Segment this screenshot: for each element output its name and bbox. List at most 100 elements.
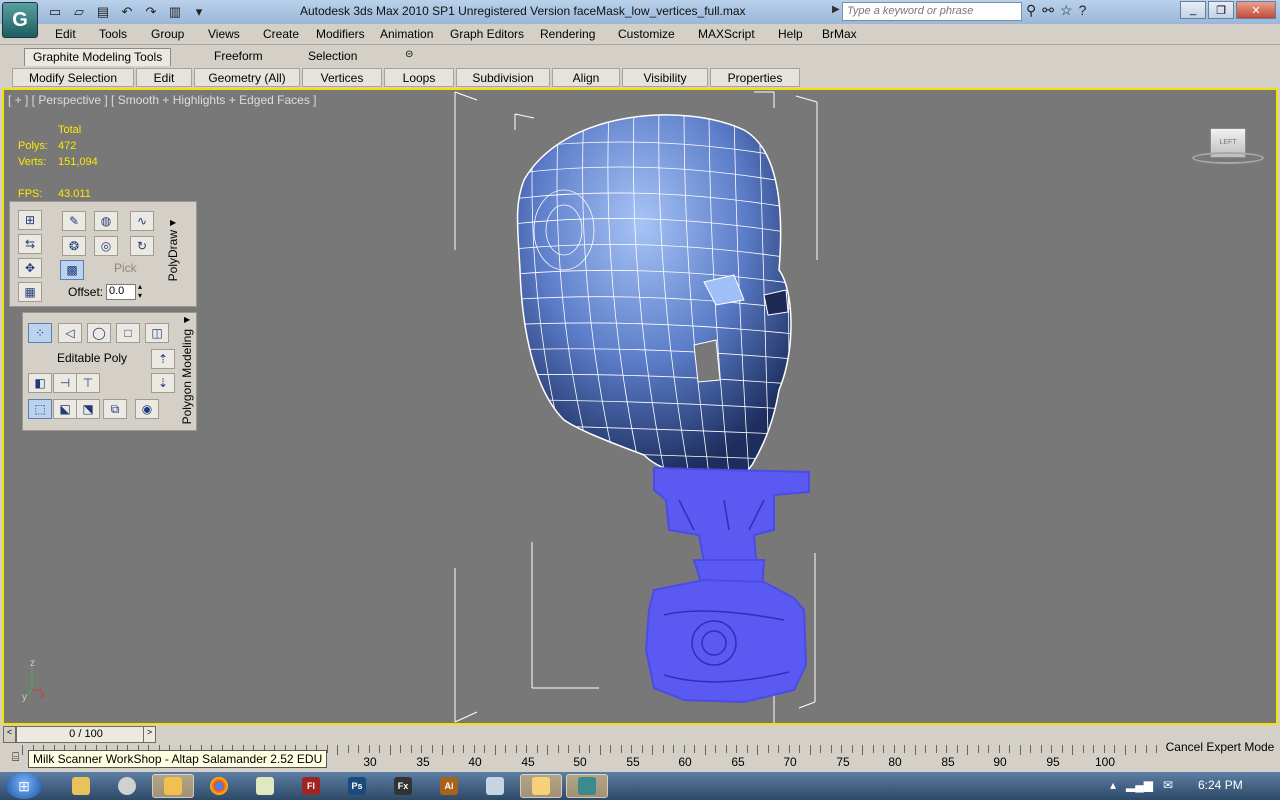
tab-freeform[interactable]: Freeform [206,48,271,66]
time-slider[interactable]: < 0 / 100 > [2,725,1160,745]
panel-vertices[interactable]: Vertices [302,68,382,87]
spinner-arrows-icon[interactable]: ▴ ▾ [138,282,142,300]
taskbar-app-burn[interactable] [106,774,148,798]
point-cloud-scan[interactable] [644,466,810,704]
menu-rendering[interactable]: Rendering [540,27,595,41]
taskbar-clock[interactable]: 6:24 PM [1198,778,1243,792]
solve-surface-icon[interactable]: ◎ [94,236,118,256]
track-minor-tick [1040,745,1042,753]
panel-edit[interactable]: Edit [136,68,192,87]
select-object-icon[interactable]: ⬚ [28,399,52,419]
polymodel-expand-arrow-icon[interactable]: ▶ [184,315,190,324]
open-file-icon[interactable]: ▱ [68,2,90,22]
taskbar-app-fx[interactable]: Fx [382,774,424,798]
collapse-stack-icon[interactable]: ⊤ [76,373,100,393]
move-vertex-icon[interactable]: ✥ [18,258,42,278]
save-icon[interactable]: ▤ [92,2,114,22]
menu-graph-editors[interactable]: Graph Editors [450,27,524,41]
menu-help[interactable]: Help [778,27,803,41]
binoculars-icon[interactable]: ⚲ [1026,2,1036,19]
polygon-subobject-icon[interactable]: □ [116,323,140,343]
select-by-vertex-icon[interactable]: ⬕ [53,399,77,419]
network-signal-icon[interactable]: ▂▄▆ [1126,778,1153,792]
panel-align[interactable]: Align [552,68,620,87]
draw-on-icon[interactable]: ▩ [60,260,84,280]
edge-subobject-icon[interactable]: ◁ [58,323,82,343]
project-folder-icon[interactable]: ▥ [164,2,186,22]
ignore-backfacing-icon[interactable]: ⬔ [76,399,100,419]
help-icon[interactable]: ? [1079,2,1087,19]
menu-brmax[interactable]: BrMax [822,27,857,41]
menu-group[interactable]: Group [151,27,184,41]
shapes-icon[interactable]: ◍ [94,211,118,231]
taskbar-app-notepad[interactable] [244,774,286,798]
search-expand-icon[interactable]: ▶ [832,4,840,15]
menu-edit[interactable]: Edit [55,27,76,41]
surface-paint-icon[interactable]: ▦ [18,282,42,302]
menu-create[interactable]: Create [263,27,299,41]
panel-visibility[interactable]: Visibility [622,68,708,87]
panel-loops[interactable]: Loops [384,68,454,87]
viewcube-compass-ring[interactable] [1192,152,1264,164]
search-input[interactable]: Type a keyword or phrase [842,2,1022,21]
show-end-result-icon[interactable]: ◧ [28,373,52,393]
undo-icon[interactable]: ↶ [116,2,138,22]
qa-dropdown-icon[interactable]: ▾ [188,2,210,22]
close-button[interactable]: ✕ [1236,1,1276,19]
application-button[interactable]: G [2,2,38,38]
taskbar-app-explorer[interactable] [60,774,102,798]
offset-spinner-field[interactable]: 0.0 [106,284,136,300]
taskbar-app-pen-tool[interactable] [520,774,562,798]
panel-properties[interactable]: Properties [710,68,800,87]
maximize-button[interactable]: ❐ [1208,1,1234,19]
cancel-expert-mode-button[interactable]: Cancel Expert Mode [1160,732,1280,762]
mail-icon[interactable]: ✉ [1163,778,1173,792]
viewcube[interactable]: LEFT [1192,128,1264,164]
new-file-icon[interactable]: ▭ [44,2,66,22]
soft-selection-icon[interactable]: ◉ [135,399,159,419]
panel-expand-arrow-icon[interactable]: ▶ [170,218,176,227]
menu-animation[interactable]: Animation [380,27,433,41]
vertex-subobject-icon[interactable]: ⁘ [28,323,52,343]
menu-modifiers[interactable]: Modifiers [316,27,365,41]
tab-graphite-modeling-tools[interactable]: Graphite Modeling Tools [24,48,172,66]
taskbar-app-flash[interactable]: Fl [290,774,332,798]
taskbar-app-illustrator[interactable]: Ai [428,774,470,798]
convert-to-poly-icon[interactable]: ⧉ [103,399,127,419]
menu-tools[interactable]: Tools [99,27,127,41]
favorites-star-icon[interactable]: ☆ [1060,2,1073,19]
element-subobject-icon[interactable]: ◫ [145,323,169,343]
communication-icon[interactable]: ⚯ [1042,2,1054,19]
tab-selection[interactable]: Selection [300,48,365,66]
next-frame-button[interactable]: > [143,726,156,743]
redo-icon[interactable]: ↷ [140,2,162,22]
branches-icon[interactable]: ↻ [130,236,154,256]
panel-geometry-all[interactable]: Geometry (All) [194,68,300,87]
taskbar-app-3dsmax[interactable] [566,774,608,798]
splines-icon[interactable]: ∿ [130,211,154,231]
grid-draw-icon[interactable]: ⊞ [18,210,42,230]
pin-stack-icon[interactable]: ⊣ [53,373,77,393]
minimize-button[interactable]: _ [1180,1,1206,19]
panel-subdivision[interactable]: Subdivision [456,68,550,87]
step-build-icon[interactable]: ⇆ [18,234,42,254]
taskbar-app-trekker[interactable] [474,774,516,798]
move-up-stack-icon[interactable]: ⇡ [151,349,175,369]
taskbar-app-chrome[interactable] [198,774,240,798]
start-button[interactable]: ⊞ [6,773,42,799]
menu-views[interactable]: Views [208,27,240,41]
time-slider-thumb[interactable]: 0 / 100 [16,726,156,743]
ribbon-options-icon[interactable]: ⊝ [397,48,421,66]
tray-expand-icon[interactable]: ▴ [1110,778,1116,792]
pick-button[interactable]: Pick [114,261,137,275]
move-down-stack-icon[interactable]: ⇣ [151,373,175,393]
panel-modify-selection[interactable]: Modify Selection [12,68,134,87]
taskbar-app-salamander[interactable] [152,774,194,798]
brush-icon[interactable]: ✎ [62,211,86,231]
topology-icon[interactable]: ❂ [62,236,86,256]
taskbar-app-photoshop[interactable]: Ps [336,774,378,798]
menu-maxscript[interactable]: MAXScript [698,27,755,41]
border-subobject-icon[interactable]: ◯ [87,323,111,343]
prev-frame-button[interactable]: < [3,726,16,743]
menu-customize[interactable]: Customize [618,27,675,41]
